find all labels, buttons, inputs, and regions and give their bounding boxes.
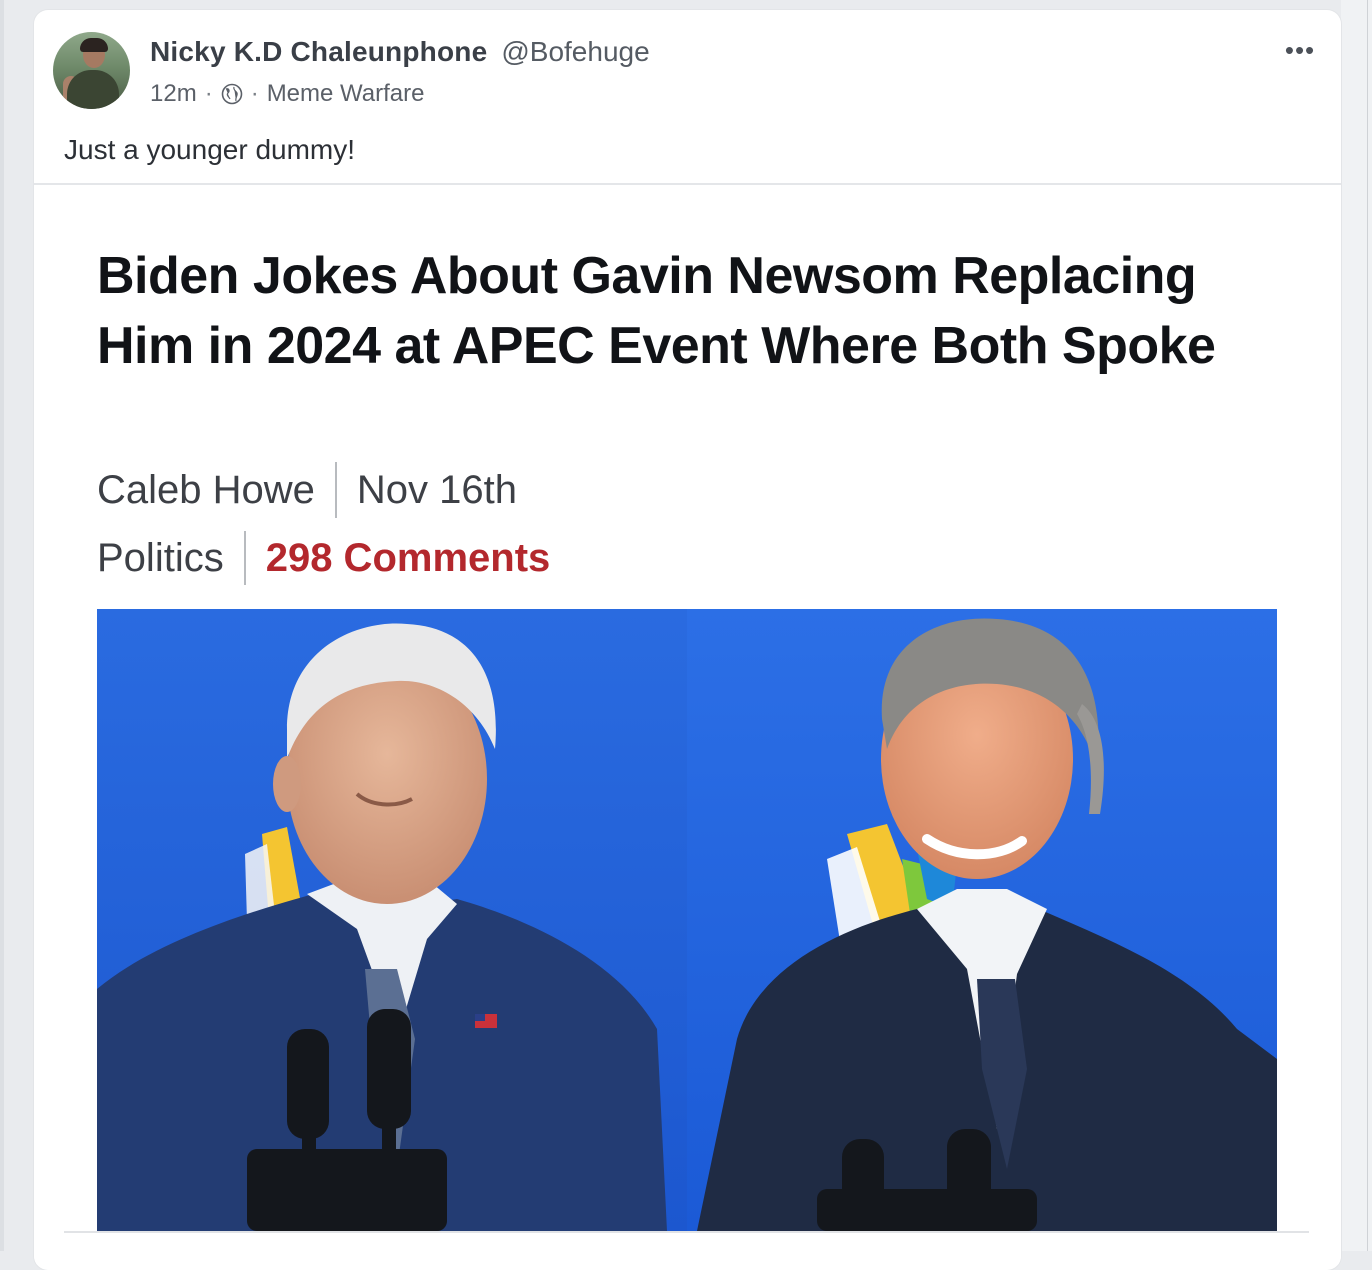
right-gutter — [1341, 0, 1372, 1251]
shared-article-image[interactable]: Biden Jokes About Gavin Newsom Replacing… — [34, 185, 1341, 1265]
article-author: Caleb Howe — [97, 467, 315, 512]
meta-separator: · — [204, 80, 213, 107]
post-card: Nicky K.D Chaleunphone @Bofehuge 12m · ·… — [34, 10, 1341, 1270]
article-photo — [97, 609, 1277, 1231]
article-comments-link: 298 Comments — [265, 535, 551, 580]
article-date: Nov 16th — [356, 467, 517, 512]
article-category: Politics — [97, 535, 224, 580]
author-handle[interactable]: @Bofehuge — [501, 36, 649, 68]
post-timestamp[interactable]: 12m — [150, 80, 197, 108]
avatar[interactable] — [53, 32, 130, 109]
post-meta: 12m · · Meme Warfare — [150, 78, 425, 110]
more-options-button[interactable]: ••• — [1279, 34, 1321, 65]
page-edge — [0, 0, 4, 1251]
article-headline: Biden Jokes About Gavin Newsom Replacing… — [97, 247, 1216, 375]
article-bottom-rule — [64, 1231, 1309, 1233]
more-horizontal-icon: ••• — [1284, 34, 1316, 65]
author-name[interactable]: Nicky K.D Chaleunphone — [150, 36, 487, 68]
group-name[interactable]: Meme Warfare — [267, 80, 425, 108]
meta-separator: · — [250, 80, 259, 107]
category-separator — [243, 531, 246, 585]
article-category-line: Politics 298 Comments — [97, 530, 550, 586]
author-line: Nicky K.D Chaleunphone @Bofehuge — [150, 34, 650, 70]
byline-separator — [334, 462, 337, 518]
globe-icon — [221, 83, 243, 105]
post-text: Just a younger dummy! — [64, 134, 356, 165]
article-byline: Caleb Howe Nov 16th — [97, 462, 517, 518]
